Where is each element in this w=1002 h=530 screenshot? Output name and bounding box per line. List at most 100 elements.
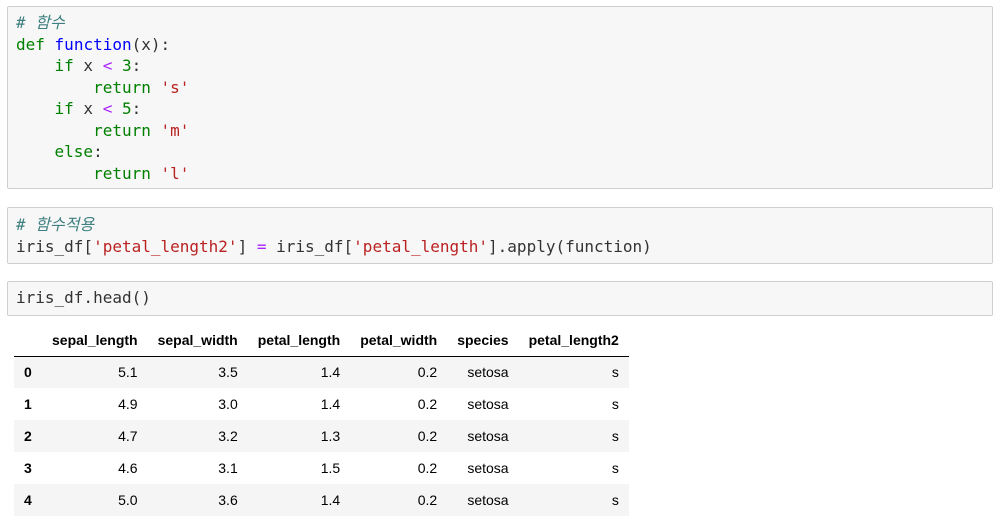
table-row: 2 4.7 3.2 1.3 0.2 setosa s [14, 420, 629, 452]
table-cell: 1.4 [320, 492, 341, 508]
column-header: petal_length2 [518, 324, 629, 357]
row-index: 2 [24, 428, 32, 444]
column-header: sepal_width [147, 324, 248, 357]
table-cell: 0.2 [417, 492, 438, 508]
code-token: return [93, 163, 151, 183]
table-cell: 3.2 [218, 428, 238, 444]
table-cell: 4.9 [118, 396, 138, 412]
table-cell: 3.5 [218, 364, 238, 381]
code-token: # 함수적용 [16, 215, 95, 234]
code-cell-head[interactable]: iris_df.head() [7, 281, 993, 316]
table-cell: 0.2 [417, 364, 438, 381]
table-cell: s [611, 428, 619, 444]
table-cell: s [611, 364, 619, 381]
code-token: 'petal_length2' [93, 236, 238, 256]
code-token: < [102, 56, 113, 75]
code-token: x [73, 99, 103, 118]
code-token: 'l' [160, 163, 190, 183]
code-token: def [16, 34, 45, 54]
code-token: 3 [121, 56, 132, 75]
table-cell: 1.4 [320, 396, 341, 412]
table-cell: 1.3 [320, 428, 341, 444]
table-header-row: sepal_length sepal_width petal_length pe… [14, 324, 629, 357]
code-token: return [93, 120, 151, 140]
table-cell: 0.2 [417, 396, 438, 412]
code-token: ] [237, 236, 257, 256]
code-cell-apply[interactable]: # 함수적용 iris_df['petal_length2'] = iris_df… [7, 207, 993, 264]
column-header: petal_length [247, 324, 351, 357]
row-index: 4 [24, 492, 32, 508]
dataframe-output-table: sepal_length sepal_width petal_length pe… [14, 324, 629, 516]
table-cell: setosa [467, 492, 509, 508]
table-row: 0 5.1 3.5 1.4 0.2 setosa s [14, 356, 629, 388]
code-line: # 함수 [16, 12, 992, 34]
code-token: 5 [121, 99, 132, 118]
code-cell-function-def[interactable]: # 함수 def function(x): if x < 3: return 's… [7, 6, 993, 189]
code-line: # 함수적용 [16, 214, 992, 236]
table-row: 1 4.9 3.0 1.4 0.2 setosa s [14, 388, 629, 420]
table-cell: 5.0 [118, 492, 138, 508]
code-editor[interactable]: # 함수 def function(x): if x < 3: return 's… [8, 12, 992, 184]
code-editor[interactable]: iris_df.head() [8, 287, 992, 309]
code-token: # 함수 [16, 13, 65, 32]
table-cell: setosa [467, 364, 509, 381]
code-line: return 'l' [16, 163, 992, 185]
code-line: def function(x): [16, 34, 992, 56]
table-row: 3 4.6 3.1 1.5 0.2 setosa s [14, 452, 629, 484]
table-cell: 1.4 [320, 364, 341, 381]
code-token: else [54, 142, 94, 161]
table-cell: setosa [467, 428, 509, 444]
code-line: return 's' [16, 77, 992, 99]
index-header [14, 324, 42, 357]
table-cell: 0.2 [417, 460, 438, 476]
code-token: : [131, 56, 142, 75]
table-cell: 3.1 [218, 460, 238, 476]
code-token: function [54, 34, 132, 54]
code-line: if x < 5: [16, 98, 992, 120]
code-token: iris_df.head() [16, 288, 151, 307]
code-editor[interactable]: # 함수적용 iris_df['petal_length2'] = iris_df… [8, 214, 992, 257]
table-cell: s [611, 460, 619, 476]
code-line: iris_df.head() [16, 287, 992, 309]
table-cell: 0.2 [417, 428, 438, 444]
table-cell: s [611, 396, 619, 412]
code-token: : [131, 99, 142, 118]
code-token: iris_df[ [266, 236, 354, 256]
code-token: : [93, 142, 103, 161]
code-token: if [54, 56, 74, 75]
row-index: 3 [24, 460, 32, 476]
column-header: species [447, 324, 519, 357]
table-cell: 3.0 [218, 396, 238, 412]
table-cell: 4.6 [118, 460, 138, 476]
code-token: 'm' [160, 120, 190, 140]
code-token: if [54, 99, 74, 118]
code-token: 'petal_length' [353, 236, 489, 256]
table-cell: 3.6 [218, 492, 238, 508]
table-cell: 4.7 [118, 428, 138, 444]
column-header: sepal_length [42, 324, 148, 357]
code-token: (x): [131, 34, 171, 54]
code-token: return [93, 77, 151, 97]
code-line: return 'm' [16, 120, 992, 142]
code-token: x [73, 56, 103, 75]
table-cell: setosa [467, 460, 509, 476]
code-token: 's' [160, 77, 190, 97]
table-cell: setosa [467, 396, 509, 412]
table-cell: 5.1 [118, 364, 138, 381]
code-token: ].apply(function) [488, 236, 652, 256]
row-index: 0 [24, 364, 32, 381]
row-index: 1 [24, 396, 32, 412]
table-row: 4 5.0 3.6 1.4 0.2 setosa s [14, 484, 629, 516]
code-line: else: [16, 141, 992, 163]
table-cell: s [611, 492, 619, 508]
